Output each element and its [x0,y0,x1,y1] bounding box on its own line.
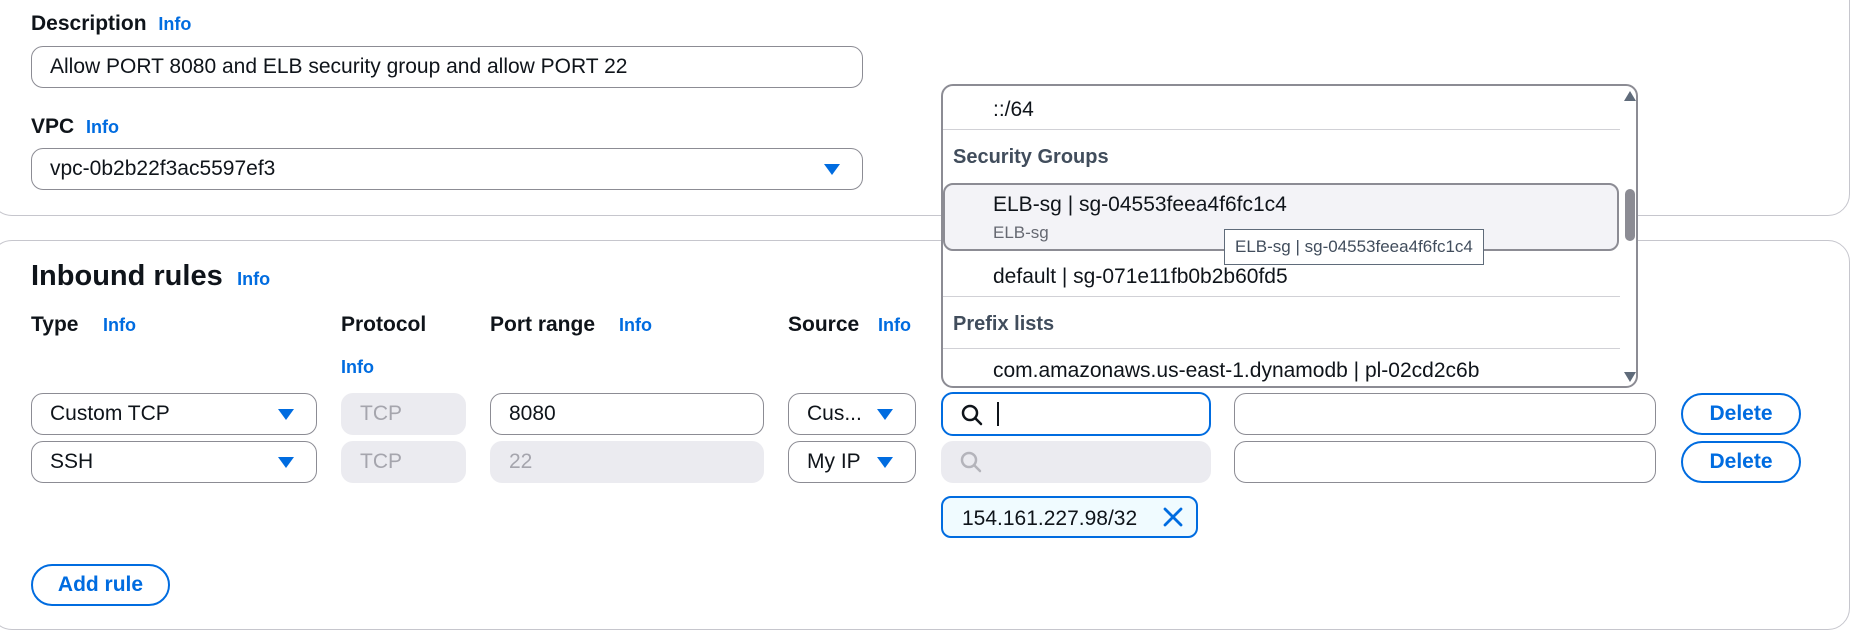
source-token: 154.161.227.98/32 [941,496,1198,538]
divider [943,348,1620,349]
rule-2-source-search-input [941,441,1211,483]
chevron-down-icon [877,457,893,468]
vpc-select-value: vpc-0b2b22f3ac5597ef3 [50,157,276,180]
inbound-rules-title: Inbound rules [31,260,223,292]
chevron-down-icon [278,457,294,468]
vpc-info-link[interactable]: Info [86,117,119,137]
group-header-security-groups: Security Groups [953,146,1109,168]
scroll-down-arrow-icon[interactable] [1624,372,1636,382]
description-info-link[interactable]: Info [158,14,191,34]
option-elb-sg-label: ELB-sg | sg-04553feea4f6fc1c4 [993,193,1287,216]
scrollbar-thumb[interactable] [1625,189,1635,241]
option-elb-sg-description: ELB-sg [993,223,1049,242]
rule-2-type-select[interactable]: SSH [31,441,317,483]
chevron-down-icon [278,409,294,420]
option-default-sg[interactable]: default | sg-071e11fb0b2b60fd5 [993,265,1288,289]
source-column-header: Source [788,313,860,336]
source-token-label: 154.161.227.98/32 [962,507,1138,530]
scroll-up-arrow-icon[interactable] [1624,91,1636,101]
protocol-info-link[interactable]: Info [341,357,374,378]
option-dynamodb-prefix-list[interactable]: com.amazonaws.us-east-1.dynamodb | pl-02… [993,359,1479,383]
close-icon[interactable] [1162,506,1184,528]
rule-2-delete-button[interactable]: Delete [1681,441,1801,483]
rule-1-source-value: Cus... [807,402,862,425]
rule-1-source-select[interactable]: Cus... [788,393,916,435]
rule-1-port-input[interactable]: 8080 [490,393,764,435]
vpc-label-text: VPC [31,115,75,138]
description-input-value: Allow PORT 8080 and ELB security group a… [50,55,628,78]
rule-1-port-value: 8080 [509,402,556,425]
vpc-label: VPC Info [31,115,119,139]
port-range-column-header: Port range [490,313,596,336]
group-header-prefix-lists: Prefix lists [953,313,1055,335]
rule-2-protocol-field: TCP [341,441,466,483]
rule-2-port-value: 22 [509,450,533,473]
chevron-down-icon [877,409,893,420]
rule-2-source-select[interactable]: My IP [788,441,916,483]
text-cursor [997,402,999,426]
chevron-down-icon [824,164,840,175]
search-icon [961,404,983,426]
type-info-link[interactable]: Info [103,315,136,336]
description-label: Description Info [31,12,191,36]
description-label-text: Description [31,12,147,35]
description-input[interactable]: Allow PORT 8080 and ELB security group a… [31,46,863,88]
divider [943,296,1620,297]
rule-1-description-input[interactable] [1234,393,1656,435]
rule-1-type-select[interactable]: Custom TCP [31,393,317,435]
dropdown-scrollbar[interactable] [1623,86,1636,386]
option-tooltip: ELB-sg | sg-04553feea4f6fc1c4 [1224,229,1484,265]
rule-1-protocol-field: TCP [341,393,466,435]
rule-1-protocol-value: TCP [360,402,402,425]
search-icon [960,451,982,473]
protocol-column-header: Protocol [341,313,427,336]
rule-2-protocol-value: TCP [360,450,402,473]
add-rule-button[interactable]: Add rule [31,564,170,606]
rule-1-source-search-input[interactable] [941,392,1211,436]
rule-1-type-value: Custom TCP [50,402,170,425]
type-column-header: Type [31,313,79,336]
rule-2-source-value: My IP [807,450,861,473]
rule-2-port-field: 22 [490,441,764,483]
source-info-link[interactable]: Info [878,315,911,336]
rule-2-description-input[interactable] [1234,441,1656,483]
inbound-rules-heading: Inbound rules Info [31,260,270,293]
inbound-rules-info-link[interactable]: Info [237,269,270,289]
port-range-info-link[interactable]: Info [619,315,652,336]
rule-1-delete-button[interactable]: Delete [1681,393,1801,435]
tooltip-text: ELB-sg | sg-04553feea4f6fc1c4 [1235,237,1473,256]
rule-2-type-value: SSH [50,450,94,473]
option-ipv6-64[interactable]: ::/64 [993,98,1034,122]
vpc-select[interactable]: vpc-0b2b22f3ac5597ef3 [31,148,863,190]
divider [943,129,1620,130]
